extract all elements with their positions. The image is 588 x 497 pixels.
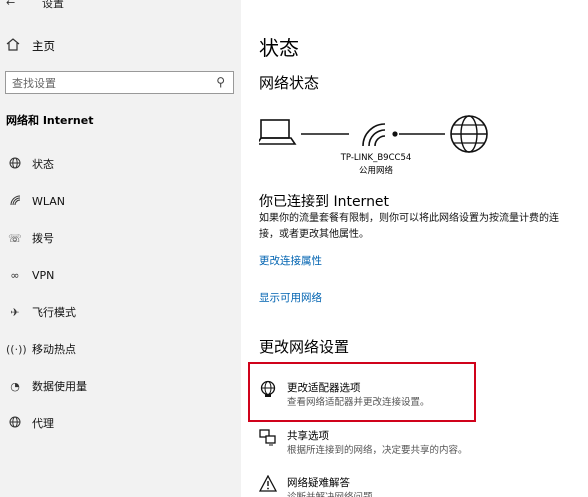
option-desc: 根据所连接到的网络，决定要共享的内容。 xyxy=(287,445,468,456)
globe-icon xyxy=(6,416,24,431)
sidebar-item-dialup[interactable]: ☏ 拨号 xyxy=(6,228,54,248)
option-title: 网络疑难解答 xyxy=(287,477,350,489)
section-title: 网络和 Internet xyxy=(6,114,94,127)
app-title: 设置 xyxy=(42,0,64,10)
search-icon[interactable]: ⚲ xyxy=(216,75,225,89)
globe-icon xyxy=(450,115,488,153)
sidebar-item-label: 飞行模式 xyxy=(32,306,76,319)
sidebar-item-airplane[interactable]: ✈ 飞行模式 xyxy=(6,302,76,322)
connected-heading: 你已连接到 Internet xyxy=(259,194,390,210)
main-content: 状态 网络状态 TP-LINK_B9CC54 公用网络 你已连接到 Intern… xyxy=(241,0,588,497)
sidebar-item-label: 状态 xyxy=(32,158,54,171)
home-icon xyxy=(6,38,24,54)
airplane-icon: ✈ xyxy=(10,305,20,319)
warning-icon xyxy=(258,474,279,495)
sidebar-item-vpn[interactable]: ∞ VPN xyxy=(6,265,54,285)
connected-description: 如果你的流量套餐有限制，则你可以将此网络设置为按流量计费的连接，或者更改其他属性… xyxy=(259,213,559,240)
sidebar: ← 设置 主页 查找设置 ⚲ 网络和 Internet 状态 WLAN ☏ 拨号… xyxy=(0,0,241,497)
sidebar-item-label: VPN xyxy=(32,268,55,282)
network-info: TP-LINK_B9CC54 公用网络 xyxy=(333,152,419,178)
vpn-icon: ∞ xyxy=(10,268,20,282)
sidebar-item-label: 移动热点 xyxy=(32,343,76,356)
sidebar-item-status[interactable]: 状态 xyxy=(6,154,54,174)
sidebar-item-proxy[interactable]: 代理 xyxy=(6,413,54,433)
sidebar-item-hotspot[interactable]: ((·)) 移动热点 xyxy=(6,339,76,359)
sharing-icon xyxy=(259,428,279,448)
option-desc: 查看网络适配器并更改连接设置。 xyxy=(287,397,430,408)
hotspot-icon: ((·)) xyxy=(6,342,27,356)
data-usage-icon: ◔ xyxy=(10,379,20,393)
option-title: 更改适配器选项 xyxy=(287,382,361,394)
sidebar-item-label: 拨号 xyxy=(32,232,54,245)
search-placeholder: 查找设置 xyxy=(12,77,56,90)
network-status-heading: 网络状态 xyxy=(259,74,320,92)
option-desc: 诊断并解决网络问题。 xyxy=(287,489,382,497)
network-ssid: TP-LINK_B9CC54 xyxy=(340,153,412,163)
dialup-icon: ☏ xyxy=(8,231,22,245)
network-type: 公用网络 xyxy=(358,166,393,176)
change-connection-properties-link[interactable]: 更改连接属性 xyxy=(259,253,322,268)
sidebar-item-label: WLAN xyxy=(32,194,66,208)
sidebar-item-wlan[interactable]: WLAN xyxy=(6,191,65,211)
sidebar-item-label: 代理 xyxy=(32,417,54,430)
home-label: 主页 xyxy=(32,39,55,53)
globe-icon xyxy=(6,157,24,172)
wifi-icon xyxy=(6,194,24,209)
sidebar-item-label: 数据使用量 xyxy=(32,380,87,393)
show-available-networks-link[interactable]: 显示可用网络 xyxy=(259,290,322,305)
sidebar-home[interactable]: 主页 xyxy=(6,36,55,56)
option-title: 共享选项 xyxy=(287,430,329,442)
highlight-box xyxy=(248,362,476,422)
sidebar-item-data-usage[interactable]: ◔ 数据使用量 xyxy=(6,376,87,396)
page-title: 状态 xyxy=(259,36,299,60)
adapter-icon xyxy=(259,380,279,400)
wifi-icon xyxy=(362,123,398,147)
laptop-icon xyxy=(259,119,297,145)
back-arrow-icon[interactable]: ← xyxy=(6,0,15,9)
search-input[interactable]: 查找设置 ⚲ xyxy=(5,71,234,94)
change-settings-heading: 更改网络设置 xyxy=(259,338,350,356)
